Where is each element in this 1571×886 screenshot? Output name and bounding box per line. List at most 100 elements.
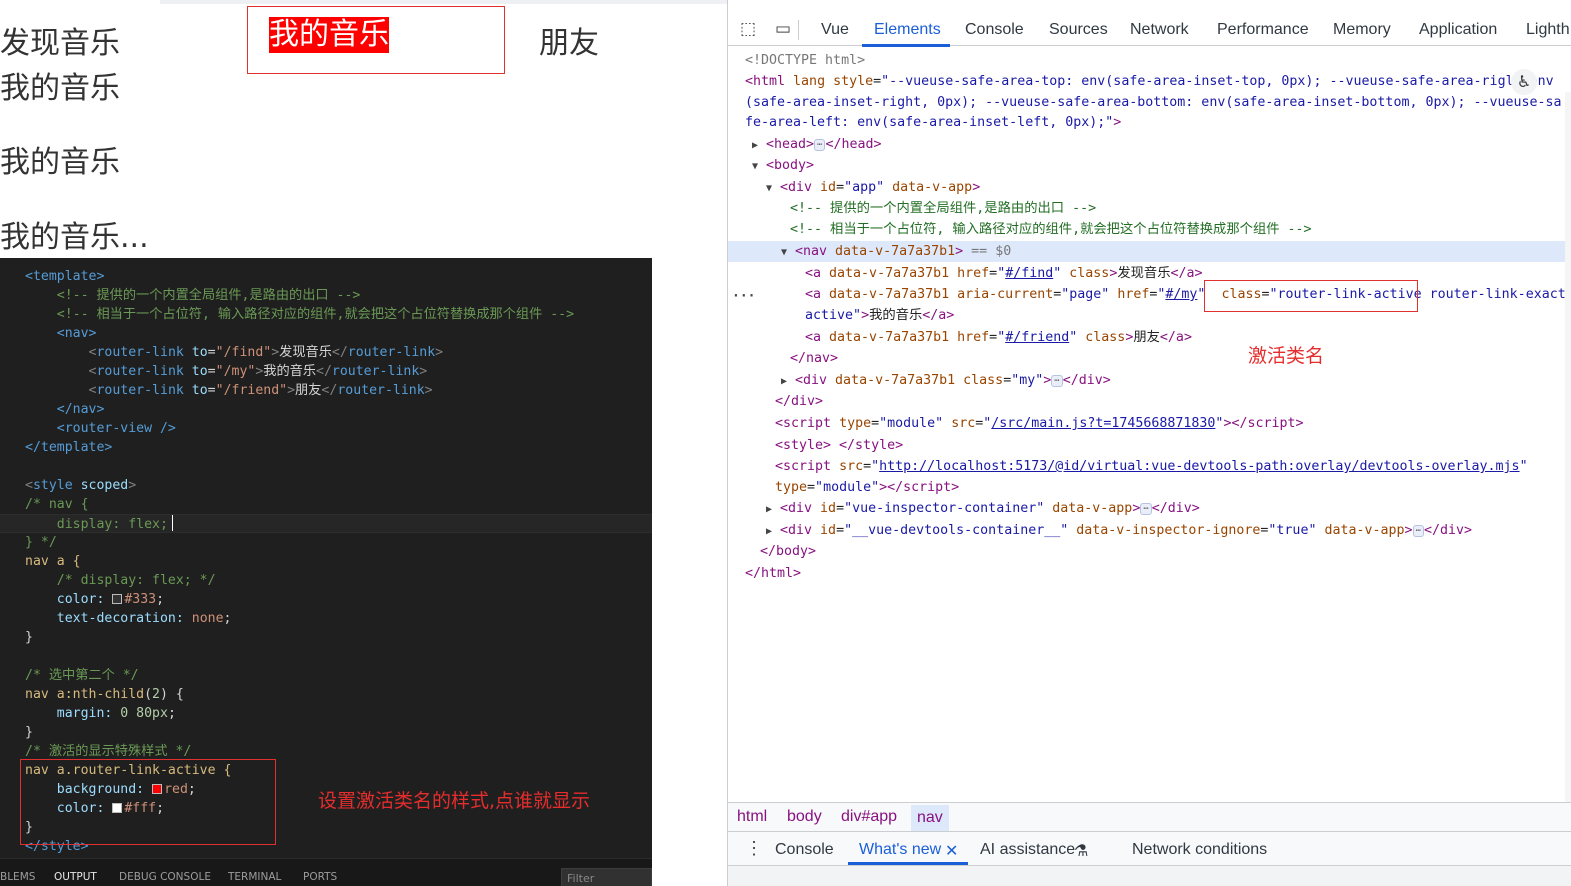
code-attr: scoped — [80, 478, 129, 493]
tab-network[interactable]: Network — [1130, 21, 1189, 39]
nav-link-friend[interactable]: 朋友 — [539, 18, 599, 62]
nav-link-find[interactable]: 发现音乐 — [0, 18, 120, 62]
code-line: <router-view /> — [25, 419, 176, 438]
code-token: <template> — [25, 269, 105, 284]
dom-line-inspector[interactable]: ▶ <div id="vue-inspector-container" data-… — [766, 498, 1200, 519]
dom-line-a-friend[interactable]: <a data-v-7a7a37b1 href="#/friend" class… — [805, 327, 1192, 348]
code-line: <nav> — [25, 324, 97, 343]
code-number: 2 — [152, 687, 160, 702]
dom-comment[interactable]: <!-- 提供的一个内置全局组件,是路由的出口 --> — [790, 198, 1096, 219]
more-options-icon[interactable]: ··· — [732, 289, 755, 304]
tab-terminal[interactable]: TERMINAL — [228, 871, 281, 883]
toolbar-divider — [798, 20, 799, 40]
tab-console[interactable]: Console — [965, 21, 1024, 39]
code-line: /* 选中第二个 */ — [25, 666, 139, 685]
dom-line-body[interactable]: ▼ <body> — [752, 155, 814, 176]
device-toolbar-icon[interactable]: ▭ — [772, 19, 794, 39]
dom-line-a-my-cont: active">我的音乐</a> — [805, 308, 955, 323]
code-line: /* nav { — [25, 495, 89, 514]
tab-vue[interactable]: Vue — [821, 21, 849, 39]
dom-link[interactable]: /src/main.js?t=1745668871830 — [991, 416, 1215, 431]
dom-attr-value: vue-inspector-container — [852, 501, 1037, 516]
tab-application[interactable]: Application — [1419, 21, 1497, 39]
dom-attr-value: module — [823, 480, 872, 495]
dom-line-div-my[interactable]: ▶ <div data-v-7a7a37b1 class="my"> ⋯ </div> — [781, 370, 1111, 391]
dom-link[interactable]: #/find — [1005, 266, 1053, 281]
filter-input[interactable]: Filter — [561, 868, 652, 886]
dom-line-style[interactable]: <style> </style> — [775, 435, 903, 456]
tab-ports[interactable]: PORTS — [303, 871, 337, 883]
code-string: "/my" — [215, 364, 256, 379]
drawer-tab-network-conditions[interactable]: Network conditions — [1132, 841, 1267, 859]
code-text: 我的音乐 — [263, 364, 317, 379]
dom-line-app[interactable]: ▼ <div id="app" data-v-app> — [766, 177, 980, 198]
dom-attr: data-v-7a7a37b1 — [829, 287, 950, 302]
dom-line-nav-close[interactable]: </nav> — [790, 348, 838, 369]
tab-output[interactable]: OUTPUT — [54, 871, 97, 883]
text-cursor — [171, 515, 173, 531]
panel-tabbar: BLEMS OUTPUT DEBUG CONSOLE TERMINAL PORT… — [0, 858, 652, 886]
dom-line-html-close[interactable]: </html> — [745, 563, 801, 584]
dom-class-value: my — [1019, 373, 1036, 388]
code-line: } */ — [25, 533, 57, 552]
breadcrumb-body[interactable]: body — [787, 808, 822, 826]
code-text: 发现音乐 — [279, 345, 332, 360]
code-token: <nav> — [56, 326, 97, 341]
highlight-box-active-link — [247, 6, 505, 74]
code-line: margin: 0 80px; — [56, 706, 176, 721]
dom-link[interactable]: #/my — [1165, 287, 1197, 302]
accessibility-icon[interactable]: ♿ — [1511, 69, 1537, 95]
dom-line-script2[interactable]: <script src="http://localhost:5173/@id/v… — [775, 456, 1528, 477]
tab-problems[interactable]: BLEMS — [0, 871, 35, 883]
dom-line-a-my[interactable]: <a data-v-7a7a37b1 aria-current="page" h… — [805, 284, 1571, 305]
code-value: #333 — [124, 592, 157, 607]
dom-class-value: active — [805, 308, 854, 323]
dom-line-doctype[interactable]: <!DOCTYPE html> — [745, 50, 865, 71]
dom-line-body-close[interactable]: </body> — [760, 541, 816, 562]
code-line: } — [25, 628, 33, 647]
code-line: <!-- 相当于一个占位符, 输入路径对应的组件,就会把这个占位符替换成那个组件… — [25, 305, 574, 324]
drawer-menu-icon[interactable]: ⋮ — [745, 838, 763, 859]
dom-line-a-find[interactable]: <a data-v-7a7a37b1 href="#/find" class>发… — [805, 263, 1203, 284]
dom-line-script[interactable]: <script type="module" src="/src/main.js?… — [775, 413, 1304, 434]
breadcrumb-div-app[interactable]: div#app — [841, 808, 897, 826]
tab-lighthouse[interactable]: Lighth — [1526, 21, 1570, 39]
drawer-tab-console[interactable]: Console — [775, 841, 834, 859]
tab-sources[interactable]: Sources — [1049, 21, 1108, 39]
breadcrumb-html[interactable]: html — [737, 808, 767, 826]
dom-line-app-close[interactable]: </div> — [775, 391, 823, 412]
browser-edge — [160, 0, 727, 4]
dom-line-html[interactable]: <html lang style="--vueuse-safe-area-top… — [745, 71, 1554, 92]
dom-line-head[interactable]: ▶ <head> ⋯ </head> — [752, 134, 882, 155]
code-selector: nav a { — [25, 554, 81, 569]
close-icon[interactable]: ✕ — [945, 841, 958, 861]
dom-line-html-cont: fe-area-left: env(safe-area-inset-left, … — [745, 115, 1122, 130]
color-swatch[interactable] — [112, 594, 123, 604]
drawer-tab-whats-new[interactable]: What's new — [859, 841, 941, 859]
dom-attr-value: true — [1276, 523, 1309, 538]
code-token: </template> — [25, 440, 113, 455]
code-prop: text-decoration: — [56, 611, 184, 626]
scrollbar[interactable] — [1565, 92, 1571, 848]
code-text: 朋友 — [295, 383, 322, 398]
breadcrumb-nav[interactable]: nav — [911, 805, 949, 831]
tab-memory[interactable]: Memory — [1333, 21, 1391, 39]
dom-link[interactable]: #/friend — [1005, 330, 1069, 345]
code-token: <router-view /> — [56, 421, 176, 436]
code-string: "/friend" — [215, 383, 288, 398]
tab-performance[interactable]: Performance — [1217, 21, 1309, 39]
code-comment: /* nav { — [25, 497, 89, 512]
dom-link[interactable]: http://localhost:5173/@id/virtual:vue-de… — [879, 459, 1519, 474]
dom-attr: data-v-7a7a37b1 — [829, 266, 950, 281]
tab-debug-console[interactable]: DEBUG CONSOLE — [119, 871, 211, 883]
tab-elements[interactable]: Elements — [874, 21, 941, 39]
code-line: <router-link to="/find">发现音乐</router-lin… — [88, 345, 444, 360]
inspect-element-icon[interactable]: ⬚ — [737, 19, 759, 39]
dom-comment[interactable]: <!-- 相当于一个占位符, 输入路径对应的组件,就会把这个占位符替换成那个组件… — [790, 219, 1312, 240]
code-brace: } — [25, 630, 33, 645]
dom-line-nav-selected[interactable]: ▼ <nav data-v-7a7a37b1> == $0 — [728, 241, 1566, 262]
dom-line-devtools-container[interactable]: ▶ <div id="__vue-devtools-container__" da… — [766, 520, 1472, 541]
drawer-tab-ai-assistance[interactable]: AI assistance — [980, 841, 1075, 859]
code-prop: margin: — [56, 706, 113, 721]
code-line: <router-link to="/friend">朋友</router-lin… — [88, 383, 433, 398]
